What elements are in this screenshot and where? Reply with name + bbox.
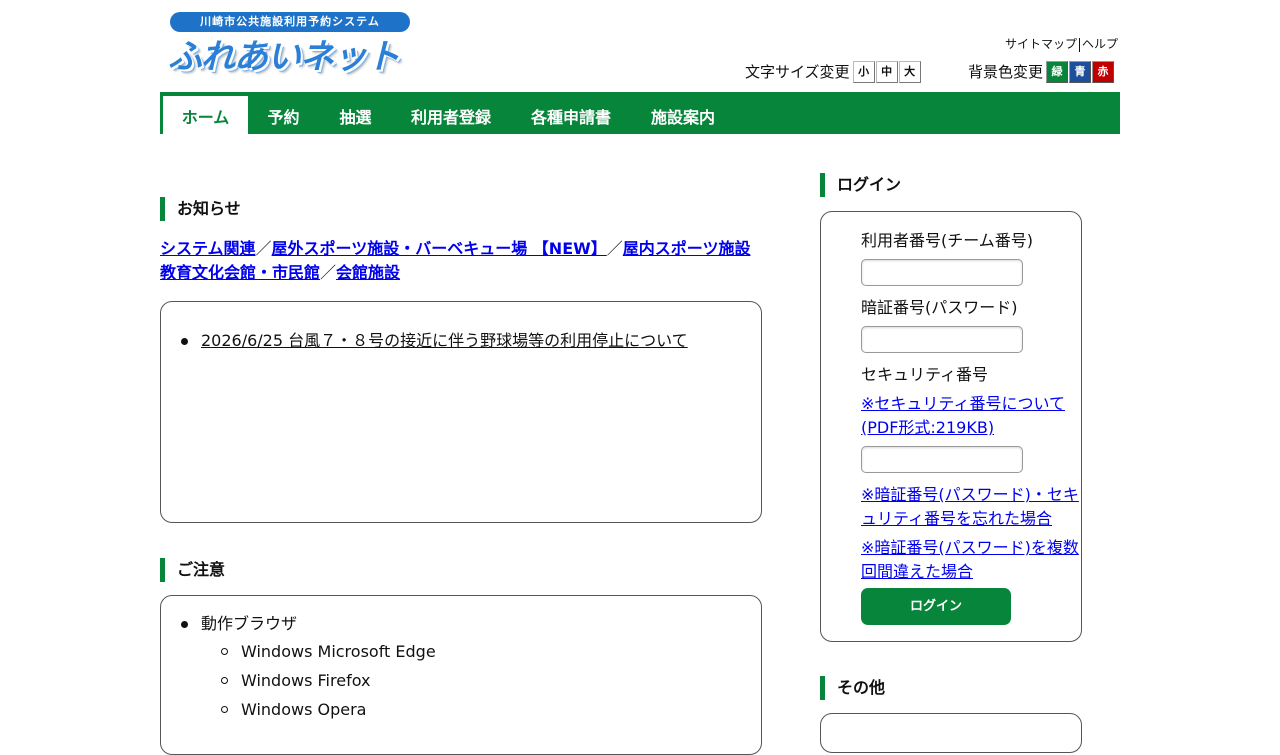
forgot-password-link[interactable]: ※暗証番号(パスワード)・セキュリティ番号を忘れた場合 xyxy=(861,483,1083,531)
bullet-ring xyxy=(221,677,228,684)
category-system[interactable]: システム関連 xyxy=(160,239,256,258)
category-halls[interactable]: 会館施設 xyxy=(336,263,400,282)
bg-color-switcher: 背景色変更緑青赤 xyxy=(968,59,1115,83)
bg-color-label: 背景色変更 xyxy=(968,62,1044,81)
bullet-ring xyxy=(221,706,228,713)
user-number-label: 利用者番号(チーム番号) xyxy=(861,231,1034,250)
font-size-medium-button[interactable]: 中 xyxy=(875,60,898,83)
nav-lottery[interactable]: 抽選 xyxy=(324,92,387,134)
page: 川崎市公共施設利用予約システム ふれあいネット サイトマップ ヘルプ 文字サイズ変… xyxy=(0,0,1280,755)
news-box: 2026/6/25 台風７・８号の接近に伴う野球場等の利用停止について xyxy=(160,301,762,523)
font-size-large-button[interactable]: 大 xyxy=(898,60,921,83)
browser-item: Windows Microsoft Edge xyxy=(161,640,761,669)
bg-color-blue-button[interactable]: 青 xyxy=(1069,60,1092,83)
browser-name: Windows Opera xyxy=(241,700,367,719)
category-separator: ／ xyxy=(320,263,337,282)
browser-label: 動作ブラウザ xyxy=(201,614,298,633)
other-heading: その他 xyxy=(820,676,1020,700)
news-heading: お知らせ xyxy=(160,197,360,221)
logo-title: ふれあいネット xyxy=(168,37,400,77)
logo-subtitle: 川崎市公共施設利用予約システム xyxy=(170,12,410,32)
divider xyxy=(1078,37,1080,52)
password-input[interactable] xyxy=(861,326,1023,353)
user-number-input[interactable] xyxy=(861,259,1023,286)
bullet xyxy=(181,338,188,345)
browser-name: Windows Microsoft Edge xyxy=(241,642,436,661)
help-link[interactable]: ヘルプ xyxy=(1082,37,1118,51)
nav-user-registration[interactable]: 利用者登録 xyxy=(400,92,502,134)
security-number-input[interactable] xyxy=(861,446,1023,473)
bg-color-red-button[interactable]: 赤 xyxy=(1092,60,1115,83)
bullet-ring xyxy=(221,648,228,655)
security-number-label: セキュリティ番号 xyxy=(861,365,989,384)
sitemap-link[interactable]: サイトマップ xyxy=(1005,37,1077,51)
category-separator: ／ xyxy=(606,239,623,258)
login-box: 利用者番号(チーム番号) 暗証番号(パスワード) セキュリティ番号 ※セキュリテ… xyxy=(820,211,1082,642)
nav-applications[interactable]: 各種申請書 xyxy=(520,92,622,134)
nav-facility-guide[interactable]: 施設案内 xyxy=(640,92,726,134)
font-size-small-button[interactable]: 小 xyxy=(852,60,875,83)
main-nav: ホーム 予約 抽選 利用者登録 各種申請書 施設案内 xyxy=(160,92,1120,134)
other-box xyxy=(820,713,1082,753)
security-number-info-link[interactable]: ※セキュリティ番号について(PDF形式:219KB) xyxy=(861,392,1083,440)
news-category-links: システム関連／屋外スポーツ施設・バーベキュー場 【NEW】／屋内スポーツ施設 教育… xyxy=(160,237,770,285)
utility-links: サイトマップ ヘルプ xyxy=(1005,35,1118,52)
caution-heading: ご注意 xyxy=(160,558,360,582)
news-list: 2026/6/25 台風７・８号の接近に伴う野球場等の利用停止について xyxy=(161,329,761,353)
browser-list-item: 動作ブラウザ xyxy=(161,612,761,636)
browser-item: Windows Opera xyxy=(161,698,761,727)
browser-name: Windows Firefox xyxy=(241,671,371,690)
news-item: 2026/6/25 台風７・８号の接近に伴う野球場等の利用停止について xyxy=(161,329,761,353)
news-link[interactable]: 2026/6/25 台風７・８号の接近に伴う野球場等の利用停止について xyxy=(201,331,688,350)
nav-home[interactable]: ホーム xyxy=(163,96,248,134)
browser-item: Windows Firefox xyxy=(161,669,761,698)
login-heading: ログイン xyxy=(820,173,1020,197)
site-logo[interactable]: 川崎市公共施設利用予約システム ふれあいネット xyxy=(168,12,418,82)
bullet xyxy=(181,621,188,628)
login-button[interactable]: ログイン xyxy=(861,588,1011,625)
category-separator: ／ xyxy=(255,239,272,258)
category-indoor-sports[interactable]: 屋内スポーツ施設 xyxy=(623,239,751,258)
password-label: 暗証番号(パスワード) xyxy=(861,298,1018,317)
password-mistake-link[interactable]: ※暗証番号(パスワード)を複数回間違えた場合 xyxy=(861,536,1083,584)
nav-reservation[interactable]: 予約 xyxy=(252,92,315,134)
bg-color-green-button[interactable]: 緑 xyxy=(1046,60,1069,83)
font-size-switcher: 文字サイズ変更小中大 xyxy=(745,59,921,83)
category-outdoor-sports[interactable]: 屋外スポーツ施設・バーベキュー場 【NEW】 xyxy=(272,239,607,258)
caution-box: 動作ブラウザ Windows Microsoft Edge Windows Fi… xyxy=(160,595,762,755)
font-size-label: 文字サイズ変更 xyxy=(745,62,850,81)
category-education-culture[interactable]: 教育文化会館・市民館 xyxy=(160,263,320,282)
